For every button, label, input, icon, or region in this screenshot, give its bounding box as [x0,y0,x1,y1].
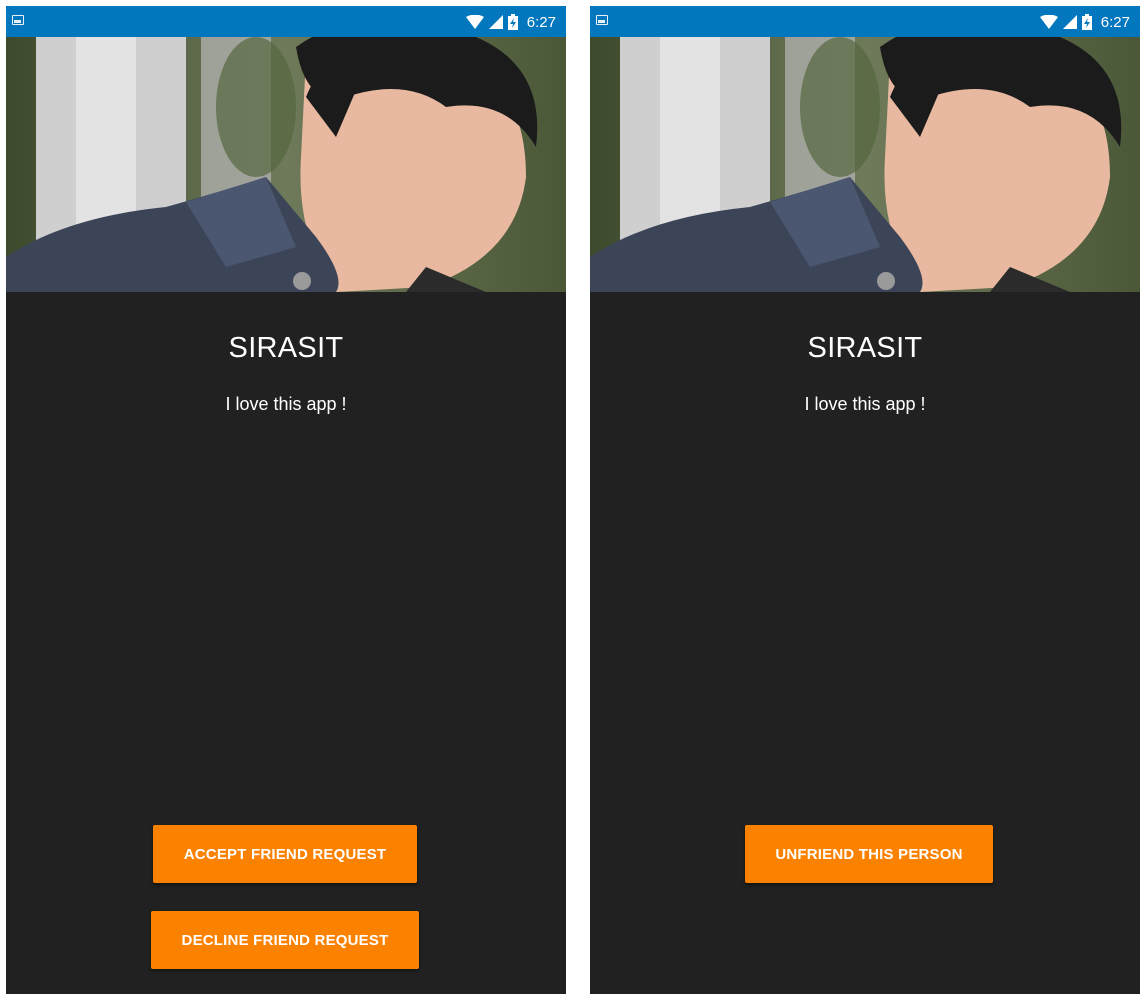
image-notification-icon [596,15,608,25]
cell-signal-icon [488,15,503,29]
clock: 6:27 [526,13,556,31]
status-icons: 6:27 [1039,12,1130,32]
status-icons: 6:27 [465,12,556,32]
profile-name: SIRASIT [228,332,344,364]
wifi-icon [1039,15,1058,29]
decline-friend-request-button[interactable]: DECLINE FRIEND REQUEST [151,911,419,969]
clock: 6:27 [1100,13,1130,31]
profile-photo [6,37,566,292]
status-bar: 6:27 [590,6,1140,37]
profile-status-message: I love this app ! [804,394,926,414]
profile-status-message: I love this app ! [225,394,347,414]
unfriend-button[interactable]: UNFRIEND THIS PERSON [745,825,993,883]
battery-charging-icon [507,14,518,30]
profile-name: SIRASIT [807,332,923,364]
profile-screen-friend-request: 6:27 SIRASIT I love this app ! ACCEPT FR… [6,6,566,994]
profile-photo [590,37,1140,292]
cell-signal-icon [1062,15,1077,29]
image-notification-icon [12,15,24,25]
battery-charging-icon [1081,14,1092,30]
accept-friend-request-button[interactable]: ACCEPT FRIEND REQUEST [153,825,417,883]
profile-screen-friend: 6:27 SIRASIT I love this app ! UNFRIEND … [590,6,1140,994]
wifi-icon [465,15,484,29]
status-bar: 6:27 [6,6,566,37]
